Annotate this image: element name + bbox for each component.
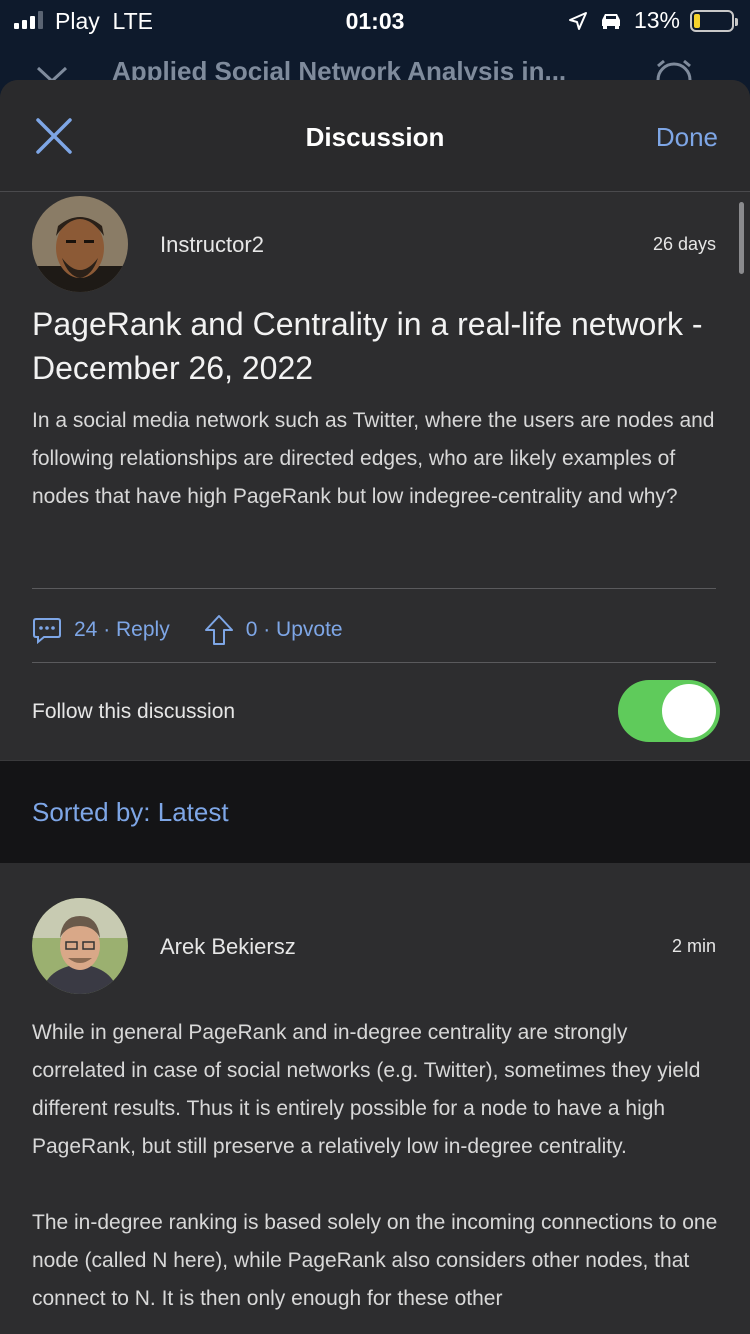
reply-paragraph: The in-degree ranking is based solely on… bbox=[32, 1211, 718, 1310]
instructor-avatar-icon bbox=[32, 196, 128, 292]
battery-percent: 13% bbox=[633, 7, 680, 33]
upvote-label: 0 · Upvote bbox=[245, 618, 343, 641]
status-bar: Play LTE 01:03 13% bbox=[0, 0, 750, 44]
toggle-knob bbox=[662, 684, 716, 738]
upvote-arrow-icon bbox=[204, 615, 233, 645]
location-arrow-icon bbox=[568, 11, 587, 30]
reply-button[interactable]: 24 · Reply bbox=[32, 616, 170, 644]
post-time: 26 days bbox=[652, 234, 716, 254]
user-avatar-icon bbox=[32, 898, 128, 994]
post-author[interactable]: Instructor2 bbox=[160, 232, 264, 258]
sort-bar: Sorted by: Latest bbox=[0, 760, 750, 863]
post-title: PageRank and Centrality in a real-life n… bbox=[32, 306, 703, 386]
sort-selector[interactable]: Sorted by: Latest bbox=[32, 797, 229, 828]
post-body: In a social media network such as Twitte… bbox=[32, 409, 715, 508]
follow-toggle[interactable] bbox=[618, 680, 720, 742]
scrollbar[interactable] bbox=[739, 202, 744, 274]
reply-author[interactable]: Arek Bekiersz bbox=[160, 934, 296, 960]
done-button[interactable]: Done bbox=[656, 122, 718, 153]
battery-icon bbox=[690, 9, 738, 32]
avatar[interactable] bbox=[32, 196, 128, 292]
upvote-button[interactable]: 0 · Upvote bbox=[204, 614, 343, 646]
post-actions: 24 · Reply 0 · Upvote bbox=[32, 610, 377, 650]
sheet-title: Discussion bbox=[305, 122, 445, 152]
reply-time: 2 min bbox=[671, 936, 716, 956]
divider bbox=[32, 662, 716, 663]
discussion-sheet: Discussion Done Instructor2 26 days Page… bbox=[0, 80, 750, 1334]
reply-body: While in general PageRank and in-degree … bbox=[32, 1014, 722, 1334]
reply-label: 24 · Reply bbox=[74, 618, 170, 641]
comment-icon bbox=[33, 618, 61, 644]
sheet-header: Discussion Done bbox=[0, 80, 750, 192]
avatar[interactable] bbox=[32, 898, 128, 994]
car-icon bbox=[601, 13, 620, 29]
divider bbox=[32, 588, 716, 589]
follow-label: Follow this discussion bbox=[32, 700, 236, 723]
reply-paragraph: While in general PageRank and in-degree … bbox=[32, 1021, 701, 1158]
